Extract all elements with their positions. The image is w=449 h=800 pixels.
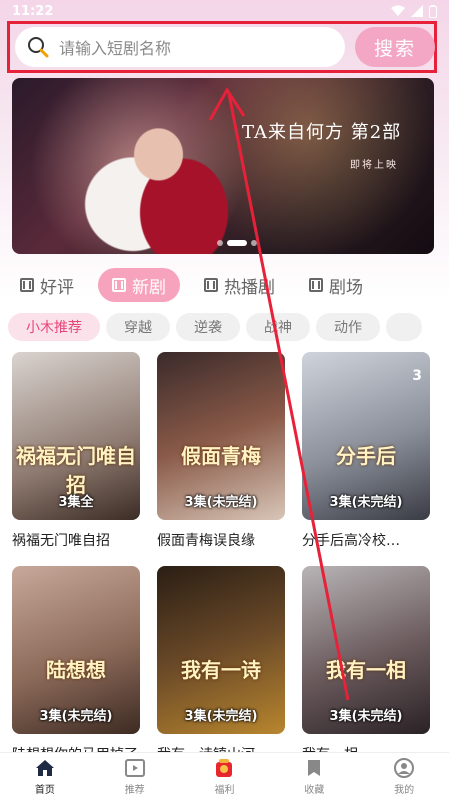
drama-title: 假面青梅误良缘 (157, 533, 255, 549)
search-input[interactable]: 请输入短剧名称 (15, 27, 345, 67)
nav-welfare[interactable]: 福利 (180, 753, 270, 800)
status-icons (391, 4, 437, 18)
genre-chips: 小木推荐 穿越 逆袭 战神 动作 (8, 313, 449, 341)
chip-time-travel[interactable]: 穿越 (106, 313, 170, 341)
poster-title: 分手后 (336, 444, 396, 468)
rank-badge: 3 (412, 368, 422, 384)
drama-poster: 我有一相 3集(未完结) (302, 566, 430, 734)
tab-new-dramas[interactable]: 新剧 (98, 268, 180, 302)
chip-action[interactable]: 动作 (316, 313, 380, 341)
tab-label: 好评 (40, 277, 74, 298)
tab-theater[interactable]: 剧场 (299, 268, 373, 302)
nav-label: 收藏 (304, 784, 325, 796)
episode-badge: 3集(未完结) (329, 495, 403, 510)
poster-title: 我有一相 (326, 658, 406, 682)
nav-favorites[interactable]: 收藏 (269, 753, 359, 800)
film-icon (309, 278, 323, 292)
chip-recommended[interactable]: 小木推荐 (8, 313, 100, 341)
drama-title: 祸福无门唯自招 (12, 533, 110, 549)
carousel-dot (251, 240, 257, 246)
nav-profile[interactable]: 我的 (359, 753, 449, 800)
poster-title: 假面青梅 (181, 444, 261, 468)
poster-title: 我有一诗 (181, 658, 261, 682)
tab-hot-dramas[interactable]: 热播剧 (194, 268, 285, 302)
drama-title: 分手后高冷校… (302, 533, 400, 549)
film-icon (112, 278, 126, 292)
banner-subtitle: 即将上映 (350, 160, 398, 171)
tab-label: 热播剧 (224, 277, 275, 298)
search-button[interactable]: 搜索 (355, 27, 435, 67)
search-icon (28, 37, 49, 58)
nav-recommend[interactable]: 推荐 (90, 753, 180, 800)
tab-label: 新剧 (132, 277, 166, 298)
episode-badge: 3集(未完结) (39, 709, 113, 724)
bottom-navigation: 首页 推荐 福利 收藏 我的 (0, 752, 449, 800)
nav-label: 推荐 (124, 784, 145, 796)
poster-title: 祸福无门唯自招 (16, 444, 136, 497)
chip-comeback[interactable]: 逆袭 (176, 313, 240, 341)
chip-war-god[interactable]: 战神 (246, 313, 310, 341)
banner-image (82, 88, 252, 254)
nav-label: 我的 (394, 784, 415, 796)
user-icon (393, 757, 415, 778)
wifi-icon (391, 5, 405, 16)
episode-badge: 3集(未完结) (329, 709, 403, 724)
drama-poster: 祸福无门唯自招 3集全 (12, 352, 140, 520)
episode-badge: 3集全 (58, 495, 94, 510)
drama-poster: 陆想想 3集(未完结) (12, 566, 140, 734)
search-bar-highlight: 请输入短剧名称 搜索 (7, 21, 437, 73)
home-icon (34, 758, 56, 778)
drama-grid: 祸福无门唯自招 3集全 祸福无门唯自招 假面青梅 3集(未完结) 假面青梅误良缘… (12, 352, 442, 764)
tab-label: 剧场 (329, 277, 363, 298)
tab-good-reviews[interactable]: 好评 (10, 268, 84, 302)
episode-badge: 3集(未完结) (184, 495, 258, 510)
signal-icon (411, 5, 423, 17)
drama-card[interactable]: 陆想想 3集(未完结) 陆想想你的马甲掉了 (12, 566, 140, 764)
carousel-dot-active (227, 240, 247, 246)
drama-card[interactable]: 祸福无门唯自招 3集全 祸福无门唯自招 (12, 352, 140, 550)
film-icon (20, 278, 34, 292)
poster-title: 陆想想 (46, 658, 106, 682)
drama-card[interactable]: 我有一相 3集(未完结) 我有一相 (302, 566, 430, 764)
drama-poster: 3 分手后 3集(未完结) (302, 352, 430, 520)
battery-icon (429, 4, 437, 18)
drama-poster: 我有一诗 3集(未完结) (157, 566, 285, 734)
episode-badge: 3集(未完结) (184, 709, 258, 724)
nav-label: 福利 (214, 784, 235, 796)
drama-card[interactable]: 我有一诗 3集(未完结) 我有一诗镇山河 (157, 566, 285, 764)
film-icon (204, 278, 218, 292)
carousel-dot (217, 240, 223, 246)
chip-more[interactable] (386, 313, 422, 341)
nav-label: 首页 (34, 784, 55, 796)
nav-home[interactable]: 首页 (0, 753, 90, 800)
drama-card[interactable]: 假面青梅 3集(未完结) 假面青梅误良缘 (157, 352, 285, 550)
video-icon (124, 758, 146, 778)
search-placeholder: 请输入短剧名称 (59, 39, 172, 58)
drama-card[interactable]: 3 分手后 3集(未完结) 分手后高冷校… (302, 352, 430, 550)
banner-title: TA来自何方 第2部 (242, 122, 402, 143)
carousel-indicator (217, 240, 257, 246)
status-bar: 11:22 (0, 0, 449, 22)
banner-carousel[interactable]: TA来自何方 第2部 即将上映 (12, 78, 434, 254)
category-tabs: 好评 新剧 热播剧 剧场 (10, 267, 440, 303)
drama-poster: 假面青梅 3集(未完结) (157, 352, 285, 520)
gift-icon (213, 758, 235, 778)
status-time: 11:22 (12, 3, 54, 19)
bookmark-icon (303, 758, 325, 778)
